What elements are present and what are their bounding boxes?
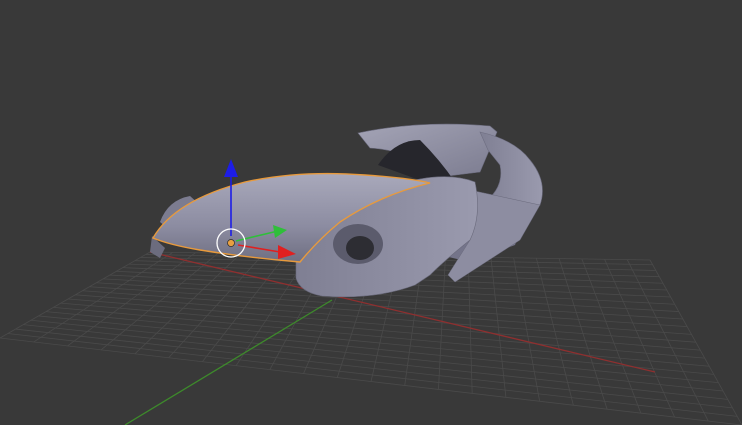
y-axis-line (124, 299, 333, 425)
grid-line (604, 259, 675, 418)
grid-line (626, 259, 709, 422)
grid-line (53, 306, 710, 367)
viewport-canvas[interactable] (0, 0, 742, 425)
headlight-opening (346, 236, 374, 260)
grid-line (15, 328, 733, 409)
origin-dot (227, 239, 235, 247)
grid-line (535, 258, 574, 406)
3d-viewport[interactable] (0, 0, 742, 425)
z-axis-arrow-head[interactable] (224, 159, 238, 177)
grid-line (75, 294, 696, 343)
grid-line (7, 333, 738, 417)
grid-line (513, 257, 541, 402)
